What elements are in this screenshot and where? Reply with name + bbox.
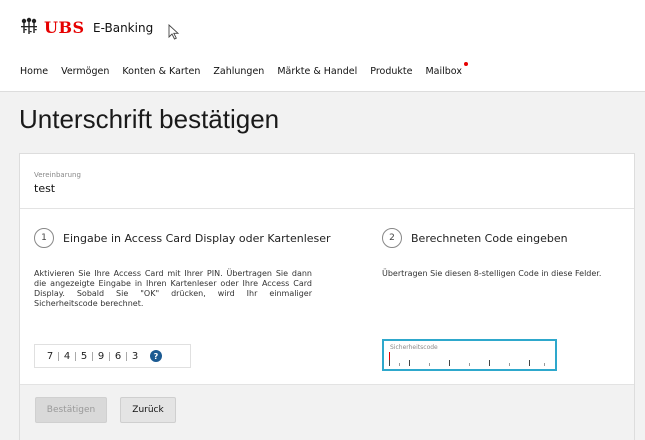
challenge-digit: 5 [80, 350, 88, 362]
nav-item-mailbox[interactable]: Mailbox [425, 62, 468, 77]
step-2-number: 2 [382, 228, 402, 248]
slot-tick [509, 363, 510, 366]
top-bar: UBS E-Banking [0, 0, 645, 62]
agreement-label: Vereinbarung [34, 171, 81, 179]
digit-separator [109, 351, 110, 361]
agreement-value: test [34, 182, 56, 195]
digit-separator [92, 351, 93, 361]
slot-tick [544, 363, 545, 366]
ubs-keys-icon [21, 17, 37, 34]
slot-tick [399, 363, 400, 366]
section-divider [20, 208, 634, 209]
back-button[interactable]: Zurück [120, 397, 176, 423]
page-title: Unterschrift bestätigen [19, 104, 280, 134]
challenge-digit: 4 [63, 350, 71, 362]
signature-card: Vereinbarung test 1 Eingabe in Access Ca… [19, 153, 635, 440]
slot-tick [449, 360, 450, 366]
digit-separator [126, 351, 127, 361]
step-1-instructions: Aktivieren Sie Ihre Access Card mit Ihre… [34, 269, 312, 308]
logo-text: UBS [44, 17, 85, 37]
step-1-title: Eingabe in Access Card Display oder Kart… [63, 231, 331, 245]
slot-tick [389, 360, 390, 366]
challenge-digit: 3 [131, 350, 139, 362]
step-1-header: 1 Eingabe in Access Card Display oder Ka… [34, 228, 331, 248]
security-code-label: Sicherheitscode [390, 344, 438, 351]
nav-item-konten-karten[interactable]: Konten & Karten [122, 66, 200, 77]
nav-item-vermoegen[interactable]: Vermögen [61, 66, 109, 77]
challenge-code-display: 7 4 5 9 6 3 ? [34, 344, 191, 368]
page-content: Unterschrift bestätigen Vereinbarung tes… [0, 92, 645, 440]
digit-separator [58, 351, 59, 361]
slot-tick [529, 360, 530, 366]
digit-slot-markers [389, 360, 549, 366]
step-1-number: 1 [34, 228, 54, 248]
nav-item-maerkte-handel[interactable]: Märkte & Handel [277, 66, 357, 77]
step-2-title: Berechneten Code eingeben [411, 231, 568, 245]
action-bar: Bestätigen Zurück [20, 384, 634, 440]
challenge-digit: 6 [114, 350, 122, 362]
mouse-cursor-icon [168, 24, 180, 40]
unread-indicator-dot [463, 62, 468, 66]
confirm-button[interactable]: Bestätigen [35, 397, 107, 423]
app-name: E-Banking [93, 21, 154, 35]
question-circle-icon[interactable]: ? [150, 350, 162, 362]
slot-tick [469, 363, 470, 366]
step-2-header: 2 Berechneten Code eingeben [382, 228, 568, 248]
challenge-digit: 7 [46, 350, 54, 362]
ubs-logo[interactable]: UBS [18, 16, 85, 38]
slot-tick [429, 363, 430, 366]
nav-item-home[interactable]: Home [20, 66, 48, 77]
slot-tick [409, 360, 410, 366]
main-navigation: Home Vermögen Konten & Karten Zahlungen … [0, 62, 645, 92]
slot-tick [489, 360, 490, 366]
challenge-digit: 9 [97, 350, 105, 362]
digit-separator [75, 351, 76, 361]
security-code-input[interactable]: Sicherheitscode [382, 339, 557, 371]
nav-item-zahlungen[interactable]: Zahlungen [213, 66, 264, 77]
nav-item-produkte[interactable]: Produkte [370, 66, 412, 77]
step-2-instructions: Übertragen Sie diesen 8-stelligen Code i… [382, 269, 602, 278]
mailbox-label: Mailbox [425, 66, 462, 77]
